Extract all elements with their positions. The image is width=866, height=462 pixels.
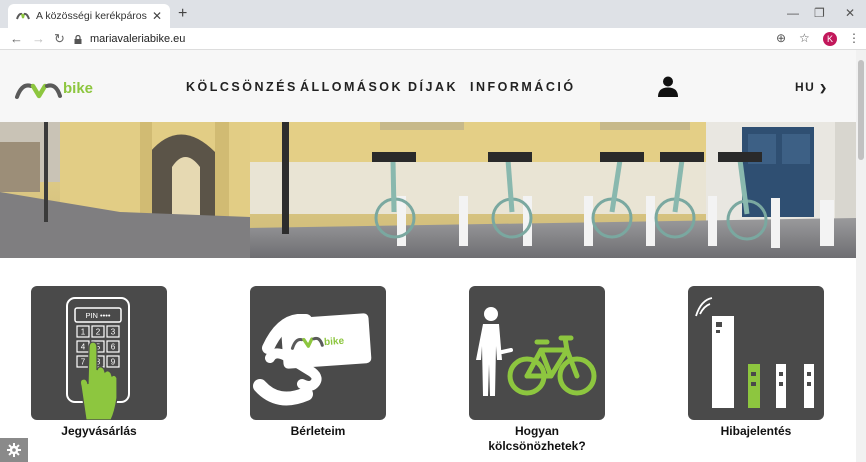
tile-label-ticket-purchase[interactable]: Jegyvásárlás (19, 424, 179, 439)
forward-icon[interactable]: → (32, 31, 45, 46)
keypad-key: 9 (111, 358, 116, 367)
lock-icon (74, 34, 82, 44)
restore-icon[interactable]: ❐ (814, 6, 825, 20)
nav-info[interactable]: INFORMÁCIÓ (470, 80, 576, 94)
site-favicon (16, 12, 30, 20)
person-with-bike-icon (476, 307, 597, 396)
profile-avatar[interactable]: K (823, 32, 837, 46)
tile-label-how-to-rent[interactable]: Hogyan kölcsönözhetek? (457, 424, 617, 454)
logo-text: bike (63, 80, 94, 97)
hero-image (0, 122, 856, 258)
keypad-icon: PIN •••• 1 2 3 4 5 6 7 8 9 (66, 297, 130, 420)
language-selector[interactable]: HU ❯ (795, 80, 828, 94)
tile-label-line: kölcsönözhetek? (488, 439, 586, 453)
keypad-key: 7 (81, 358, 86, 367)
gear-icon (7, 443, 21, 457)
bookmark-star-icon[interactable]: ☆ (799, 31, 810, 45)
back-icon[interactable]: ← (10, 31, 23, 46)
browser-toolbar: ← → ↻ mariavaleriabike.eu ⊕ ☆ ⋮ (0, 28, 866, 50)
tile-my-passes[interactable]: bike (250, 286, 386, 420)
site-logo[interactable]: bike (14, 78, 104, 100)
tile-label-line: Hogyan (514, 424, 559, 438)
keypad-pin-label: PIN •••• (85, 311, 110, 320)
nav-fees[interactable]: DÍJAK (408, 80, 458, 94)
window-close-icon[interactable]: ✕ (845, 6, 855, 20)
nav-stations[interactable]: ÁLLOMÁSOK (300, 80, 403, 94)
keypad-key: 1 (81, 328, 86, 337)
url-text: mariavaleriabike.eu (90, 33, 186, 45)
tile-label-fault-report[interactable]: Hibajelentés (676, 424, 836, 439)
reload-icon[interactable]: ↻ (54, 31, 65, 47)
language-code: HU (795, 80, 816, 94)
tile-fault-report[interactable] (688, 286, 824, 420)
card-in-hand-icon: bike (253, 313, 372, 406)
keypad-key: 2 (96, 328, 101, 337)
scrollbar-thumb[interactable] (858, 60, 864, 160)
card-logo-text: bike (324, 336, 345, 348)
browser-tab-strip: A közösségi kerékpáros rendsze ✕ + — ❐ ✕ (0, 0, 866, 28)
tile-how-to-rent[interactable] (469, 286, 605, 420)
keypad-key: 4 (81, 343, 86, 352)
close-tab-icon[interactable]: ✕ (152, 9, 162, 23)
keypad-key: 6 (111, 343, 116, 352)
keypad-key: 3 (111, 328, 116, 337)
tab-title: A közösségi kerékpáros rendsze (36, 10, 148, 22)
user-account-icon[interactable] (657, 75, 679, 97)
nav-rent[interactable]: KÖLCSÖNZÉS (186, 80, 298, 94)
chevron-down-icon: ❯ (815, 83, 829, 93)
location-icon[interactable]: ⊕ (776, 31, 786, 45)
new-tab-icon[interactable]: + (178, 5, 187, 23)
tile-ticket-purchase[interactable]: PIN •••• 1 2 3 4 5 6 7 8 9 (31, 286, 167, 420)
docking-station-icon (695, 297, 814, 408)
address-bar[interactable]: mariavaleriabike.eu (74, 30, 814, 48)
browser-tab[interactable]: A közösségi kerékpáros rendsze ✕ (8, 4, 170, 28)
tile-label-my-passes[interactable]: Bérleteim (238, 424, 398, 439)
minimize-icon[interactable]: — (787, 6, 799, 20)
menu-dots-icon[interactable]: ⋮ (848, 31, 860, 45)
settings-button[interactable] (0, 438, 28, 462)
